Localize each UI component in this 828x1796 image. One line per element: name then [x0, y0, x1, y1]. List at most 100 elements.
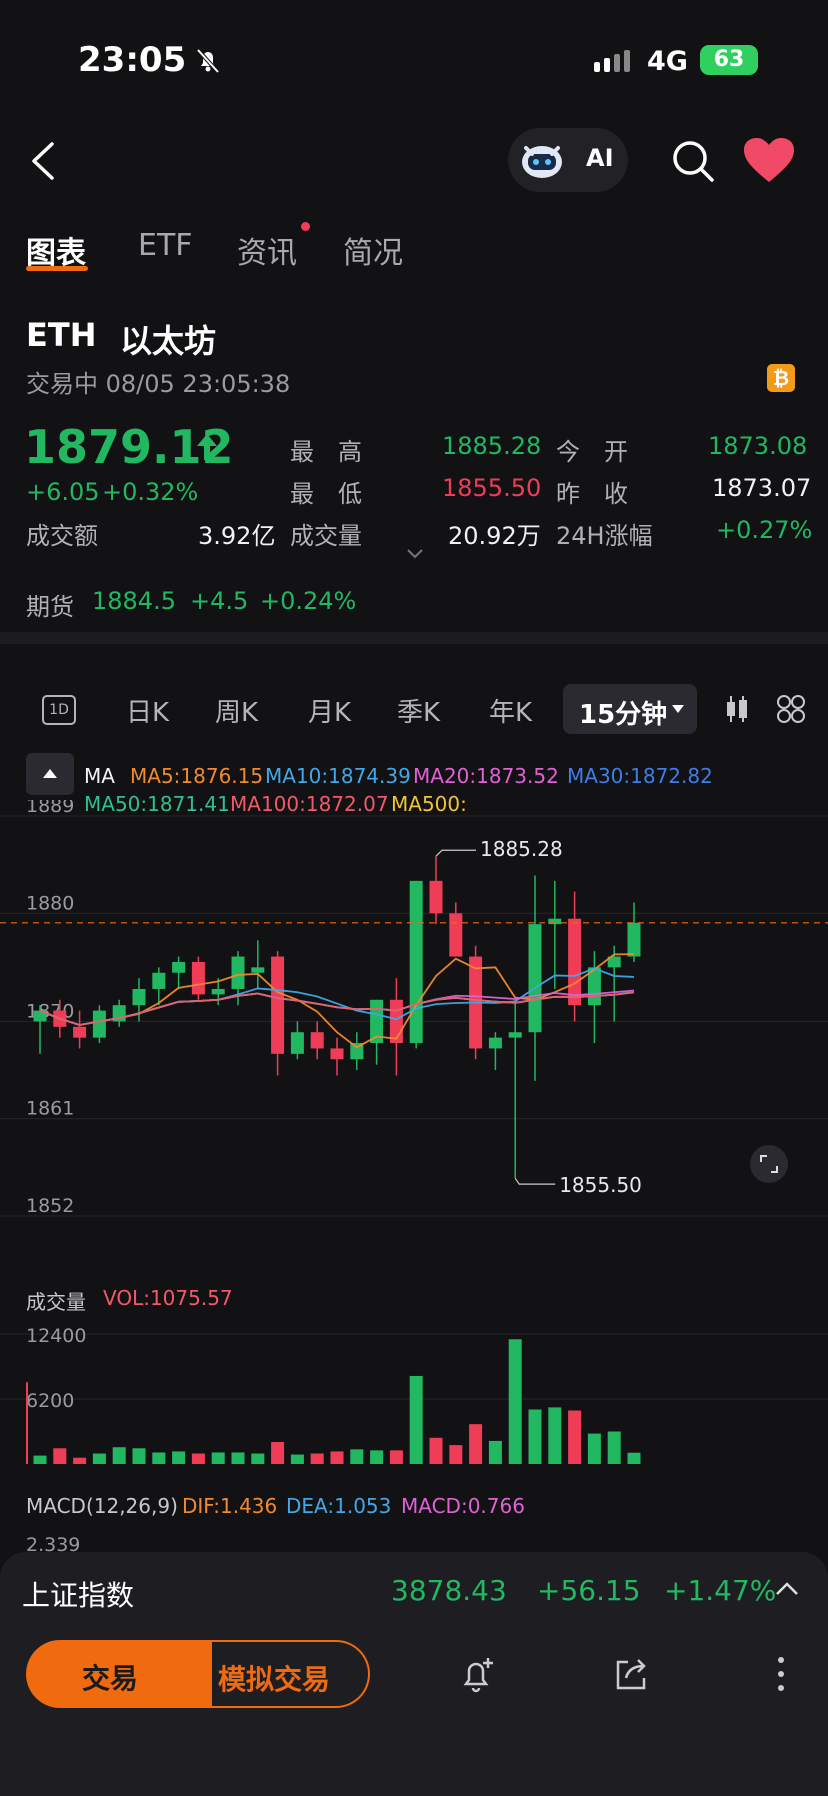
volume-bar — [370, 1450, 384, 1464]
low-leader — [514, 1177, 556, 1185]
status-time: 23:05 — [78, 40, 187, 80]
robot-icon — [518, 138, 566, 186]
ai-label: AI — [586, 144, 614, 172]
index-change: +56.15 — [537, 1574, 641, 1607]
candle-body — [73, 1026, 87, 1038]
amount-label: 成交额 — [26, 522, 98, 550]
more-vertical-icon[interactable] — [776, 1654, 786, 1698]
open-value: 1873.08 — [708, 432, 808, 460]
share-icon[interactable] — [612, 1654, 650, 1698]
tab-chart-underline — [26, 266, 88, 271]
candle-body — [152, 972, 166, 989]
volume-bar — [152, 1452, 166, 1464]
price-change: +6.05 — [26, 478, 100, 506]
macd-dea: DEA:1.053 — [286, 1494, 392, 1518]
ai-assistant-button[interactable]: AI — [508, 128, 628, 192]
candle-body — [310, 1032, 324, 1049]
ma30-value: MA30:1872.82 — [567, 764, 713, 788]
volume-bar — [33, 1455, 47, 1464]
volume-bar — [429, 1437, 443, 1464]
macd-value: MACD:0.766 — [401, 1494, 525, 1518]
volume-bar — [73, 1457, 87, 1464]
ma5-line — [39, 953, 635, 1049]
prev-close-value: 1873.07 — [712, 474, 812, 502]
period-month[interactable]: 月K — [308, 692, 351, 729]
y-tick-label: 1852 — [26, 1195, 74, 1217]
up-arrow-icon — [196, 432, 218, 466]
volume-label: 成交量 — [290, 522, 362, 550]
candle-body — [568, 918, 582, 1006]
period-15min-dropdown[interactable]: 15分钟 — [563, 684, 697, 734]
candle-body — [132, 988, 146, 1006]
futures-price: 1884.5 — [92, 587, 176, 615]
ma10-value: MA10:1874.39 — [265, 764, 411, 788]
candle-body — [508, 1032, 522, 1038]
volume-bar — [488, 1440, 502, 1464]
volume-bar — [251, 1453, 265, 1464]
trading-status: 交易中 08/05 23:05:38 — [26, 370, 291, 398]
high-annotation: 1885.28 — [480, 837, 563, 861]
battery-indicator: 63 — [700, 45, 758, 75]
favorite-heart-icon[interactable] — [742, 136, 796, 186]
ma-collapse-button[interactable] — [26, 753, 74, 795]
grid-layout-icon[interactable] — [776, 694, 806, 728]
candle-body — [330, 1048, 344, 1060]
period-week[interactable]: 周K — [215, 692, 258, 729]
volume-bar — [132, 1448, 146, 1464]
candle-style-icon[interactable] — [724, 694, 750, 728]
period-day[interactable]: 日K — [126, 692, 169, 729]
ma50-line — [39, 991, 635, 1026]
tab-etf[interactable]: ETF — [138, 228, 193, 263]
volume-bar — [568, 1410, 582, 1464]
open-label: 今 开 — [556, 438, 628, 466]
tab-news[interactable]: 资讯 — [237, 228, 297, 272]
ma20-value: MA20:1873.52 — [413, 764, 559, 788]
y-tick-label: 1861 — [26, 1098, 74, 1120]
y-tick-label: 1889 — [26, 800, 74, 817]
candle-body — [231, 956, 245, 989]
expand-up-icon[interactable] — [774, 1580, 800, 1602]
low-annotation: 1855.50 — [559, 1173, 642, 1197]
fullscreen-button[interactable] — [750, 1145, 788, 1183]
tab-overview[interactable]: 简况 — [343, 228, 403, 272]
volume-tick-label: 6200 — [26, 1390, 74, 1412]
volume-bar — [607, 1431, 621, 1464]
period-season[interactable]: 季K — [397, 692, 440, 729]
back-button[interactable] — [20, 136, 70, 186]
prev-close-label: 昨 收 — [556, 480, 628, 508]
period-year[interactable]: 年K — [489, 692, 532, 729]
search-icon[interactable] — [668, 136, 718, 186]
trade-button[interactable]: 交易 — [26, 1640, 212, 1708]
candlestick-chart[interactable]: 1889 1880 1870 1861 1852 1885.28 1855.50 — [0, 800, 828, 1240]
news-dot — [301, 222, 310, 231]
amount-value: 3.92亿 — [198, 522, 276, 550]
volume-bar — [92, 1453, 106, 1464]
candle-body — [409, 880, 423, 1044]
asset-name: 以太坊 — [120, 322, 217, 360]
ma-title: MA — [84, 764, 115, 788]
intraday-1d-button[interactable]: 1D — [42, 695, 76, 725]
candle-body — [271, 956, 285, 1054]
high-label: 最 高 — [290, 438, 362, 466]
y-tick-label: 1870 — [26, 1000, 74, 1022]
volume-bar — [211, 1452, 225, 1464]
bitcoin-badge-icon: ₿ — [767, 364, 795, 392]
sim-trade-button[interactable]: 模拟交易 — [196, 1640, 370, 1708]
volume-bar — [350, 1449, 364, 1464]
volume-bar — [112, 1447, 126, 1464]
mute-bell-icon — [194, 46, 222, 74]
candle-body — [251, 967, 265, 973]
volume-bar — [172, 1451, 186, 1464]
volume-bar — [310, 1453, 324, 1464]
volume-bar — [389, 1450, 403, 1464]
index-name: 上证指数 — [22, 1579, 135, 1612]
battery-level: 63 — [713, 47, 745, 72]
candle-body — [389, 999, 403, 1044]
alert-bell-icon[interactable] — [458, 1654, 496, 1698]
volume-bar — [271, 1441, 285, 1464]
candle-body — [191, 961, 205, 995]
h24-change-label: 24H涨幅 — [556, 522, 653, 550]
volume-value: 20.92万 — [448, 522, 541, 550]
h24-change-value: +0.27% — [716, 516, 813, 544]
expand-chevron-icon[interactable] — [404, 546, 426, 565]
